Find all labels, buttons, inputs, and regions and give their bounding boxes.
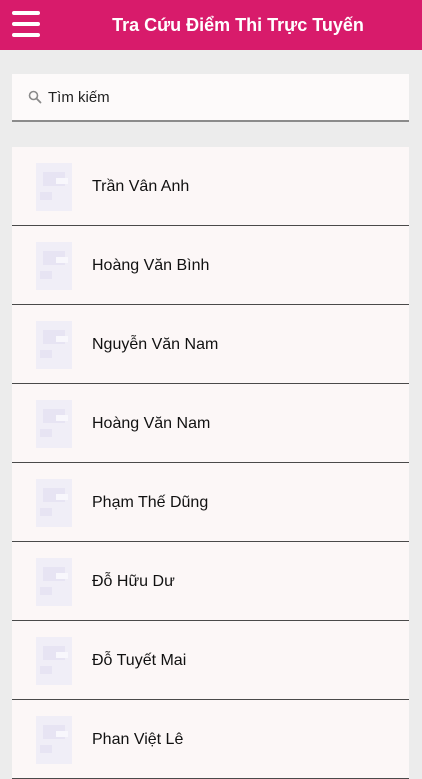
student-name: Trần Vân Anh (92, 178, 190, 195)
list-item[interactable]: Phạm Thế Dũng (12, 463, 409, 542)
search-input[interactable] (48, 88, 378, 106)
avatar-placeholder-icon (36, 321, 72, 369)
student-name: Phan Việt Lê (92, 731, 184, 748)
list-item[interactable]: Nguyễn Văn Nam (12, 305, 409, 384)
student-list: Trần Vân Anh Hoàng Văn Bình Nguyễn Văn N… (12, 147, 409, 779)
search-icon (28, 90, 42, 104)
search-bar[interactable] (12, 74, 409, 122)
avatar-placeholder-icon (36, 716, 72, 764)
list-item[interactable]: Hoàng Văn Nam (12, 384, 409, 463)
student-name: Nguyễn Văn Nam (92, 336, 219, 353)
avatar-placeholder-icon (36, 558, 72, 606)
avatar-placeholder-icon (36, 163, 72, 211)
hamburger-menu-icon[interactable] (12, 10, 40, 38)
student-name: Phạm Thế Dũng (92, 494, 209, 511)
avatar-placeholder-icon (36, 479, 72, 527)
student-name: Đỗ Hữu Dư (92, 573, 175, 590)
list-item[interactable]: Trần Vân Anh (12, 147, 409, 226)
avatar-placeholder-icon (36, 400, 72, 448)
avatar-placeholder-icon (36, 242, 72, 290)
list-item[interactable]: Phan Việt Lê (12, 700, 409, 779)
list-item[interactable]: Hoàng Văn Bình (12, 226, 409, 305)
student-name: Đỗ Tuyết Mai (92, 652, 187, 669)
avatar-placeholder-icon (36, 637, 72, 685)
student-name: Hoàng Văn Bình (92, 257, 210, 274)
app-header: Tra Cứu Điểm Thi Trực Tuyến (0, 0, 422, 50)
student-name: Hoàng Văn Nam (92, 415, 211, 432)
list-item[interactable]: Đỗ Hữu Dư (12, 542, 409, 621)
list-item[interactable]: Đỗ Tuyết Mai (12, 621, 409, 700)
page-title: Tra Cứu Điểm Thi Trực Tuyến (112, 15, 364, 35)
